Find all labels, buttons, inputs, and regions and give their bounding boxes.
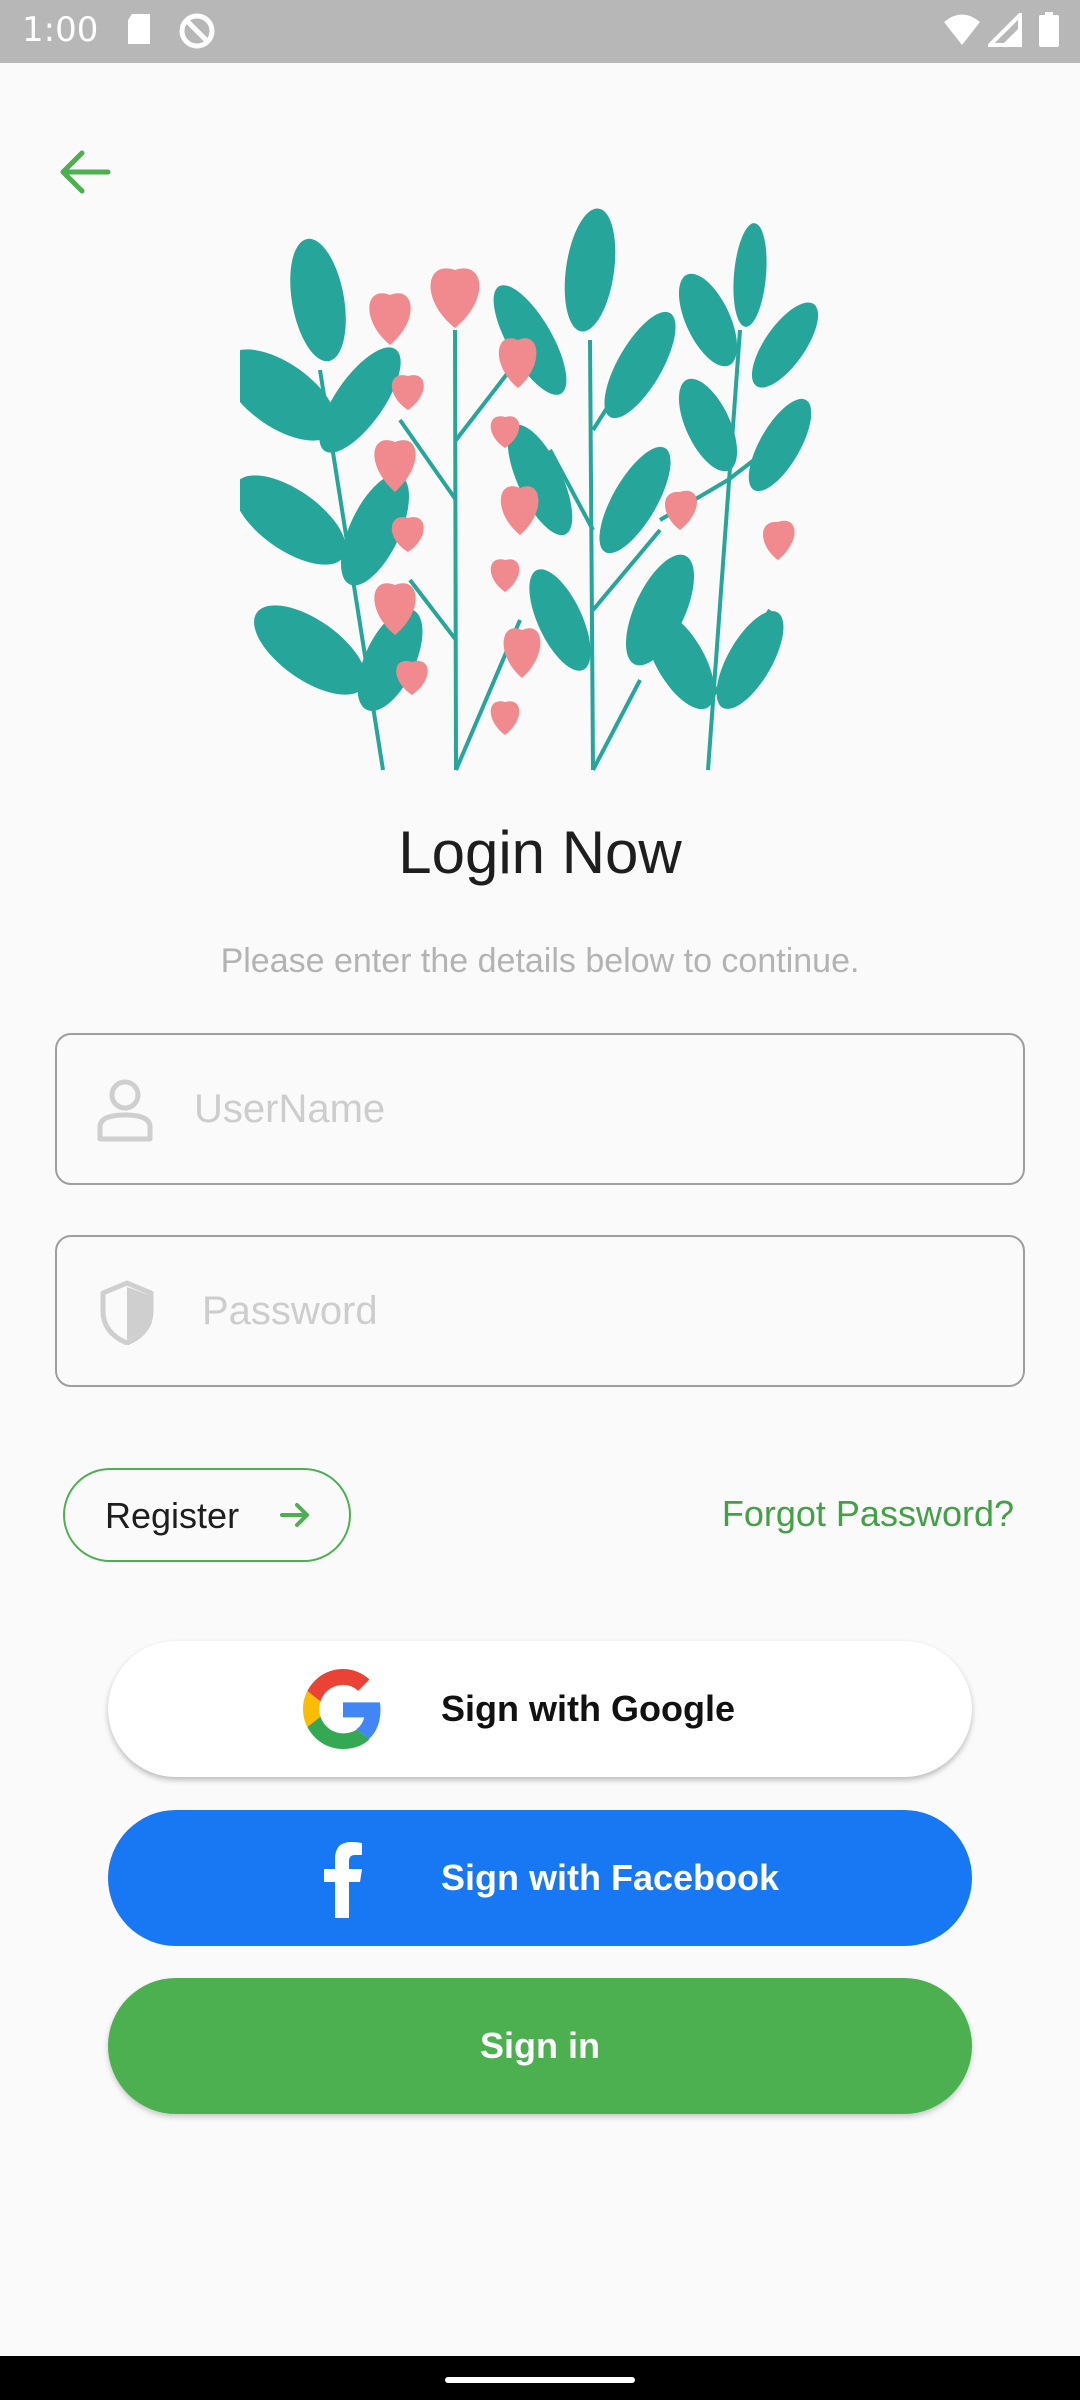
page-title: Login Now xyxy=(398,819,682,886)
signal-icon xyxy=(988,13,1022,47)
google-button-label: Sign with Google xyxy=(441,1688,735,1729)
home-handle[interactable] xyxy=(445,2377,635,2383)
sign-with-google-button[interactable]: Sign with Google xyxy=(108,1641,972,1777)
google-logo-icon xyxy=(303,1669,381,1749)
arrow-left-icon xyxy=(60,150,111,193)
sign-in-button[interactable]: Sign in xyxy=(108,1978,972,2114)
navigation-bar xyxy=(0,2356,1080,2400)
back-button[interactable] xyxy=(50,145,120,201)
page-subtitle: Please enter the details below to contin… xyxy=(220,942,860,980)
forgot-password-link[interactable]: Forgot Password? xyxy=(722,1493,1014,1535)
person-icon xyxy=(97,1079,153,1142)
flowers-illustration xyxy=(240,208,819,771)
arrow-right-icon xyxy=(280,1503,309,1527)
sd-card-icon xyxy=(128,14,150,44)
register-label: Register xyxy=(105,1495,240,1536)
password-input[interactable] xyxy=(202,1237,1002,1385)
status-bar: 1:00 xyxy=(0,0,1080,63)
sign-in-label: Sign in xyxy=(480,2025,600,2066)
password-field[interactable] xyxy=(55,1235,1025,1387)
sign-with-facebook-button[interactable]: Sign with Facebook xyxy=(108,1810,972,1946)
battery-icon xyxy=(1039,12,1059,47)
do-not-disturb-icon xyxy=(179,13,215,49)
username-input[interactable] xyxy=(194,1035,994,1183)
shield-icon xyxy=(100,1280,154,1345)
wifi-icon xyxy=(944,14,980,45)
facebook-button-label: Sign with Facebook xyxy=(441,1857,780,1898)
status-time: 1:00 xyxy=(22,10,99,50)
register-button[interactable]: Register xyxy=(63,1468,351,1562)
facebook-logo-icon xyxy=(324,1842,362,1918)
username-field[interactable] xyxy=(55,1033,1025,1185)
